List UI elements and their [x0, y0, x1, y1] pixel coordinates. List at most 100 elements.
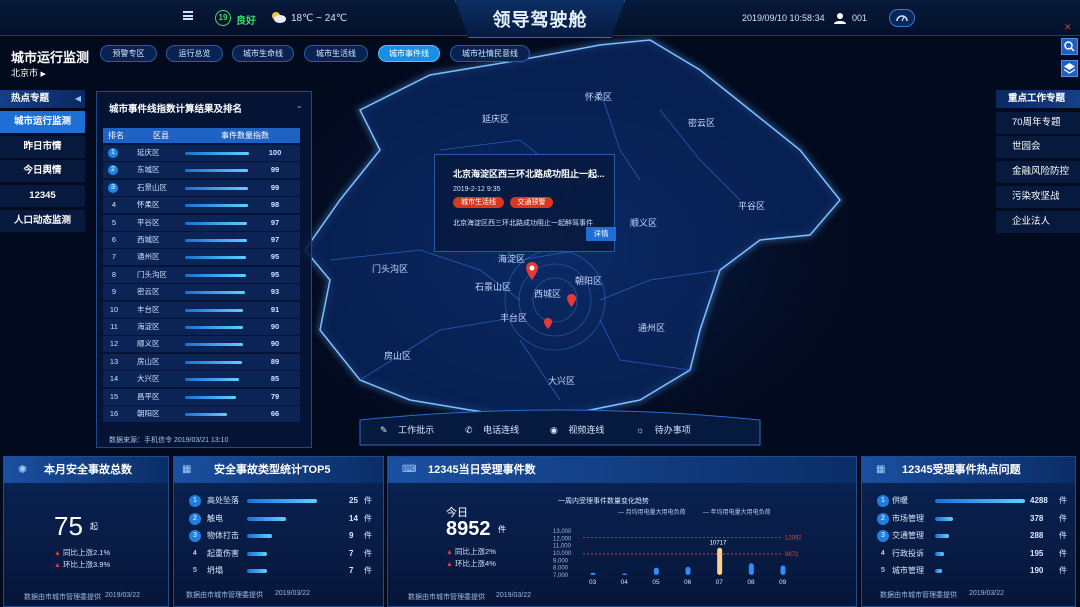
video-action[interactable]: ◉ 视频连线 [550, 423, 604, 436]
ranking-row[interactable]: 5 平谷区 97 [103, 214, 300, 231]
list-row[interactable]: 5 城市管理 190 件 [877, 563, 1067, 579]
menu-icon[interactable] [183, 11, 193, 20]
map-label[interactable]: 朝阳区 [575, 274, 602, 287]
popup-detail-button[interactable]: 详情 [586, 227, 616, 241]
item-label: 市场管理 [892, 513, 924, 523]
todo-action[interactable]: ☼ 待办事项 [636, 423, 691, 436]
ranking-row[interactable]: 14 大兴区 85 [103, 371, 300, 388]
ranking-row[interactable]: 7 通州区 95 [103, 249, 300, 266]
map-label[interactable]: 平谷区 [738, 199, 765, 212]
ranking-row[interactable]: 4 怀柔区 98 [103, 197, 300, 214]
map-label[interactable]: 大兴区 [548, 374, 575, 387]
district-name: 海淀区 [137, 322, 160, 331]
tab-events[interactable]: 城市事件线 [378, 45, 440, 62]
layers-button[interactable] [1061, 60, 1078, 77]
header-index: 事件数量指数 [221, 131, 269, 140]
map-label[interactable]: 密云区 [688, 116, 715, 129]
ranking-row[interactable]: 15 昌平区 79 [103, 388, 300, 405]
y-tick-label: 9,000 [553, 558, 569, 564]
tab-lifeline[interactable]: 城市生命线 [232, 45, 294, 62]
list-row[interactable]: 2 触电 14 件 [189, 511, 379, 527]
ranking-row[interactable]: 1 延庆区 100 [103, 145, 300, 161]
map-label[interactable]: 通州区 [638, 321, 665, 334]
left-menu-item-yesterday[interactable]: 昨日市情 [0, 136, 85, 158]
left-menu-header: 热点专题 ◀ [0, 90, 85, 108]
panel-header: ▦ 安全事故类型统计TOP5 [174, 457, 383, 483]
index-bar [185, 221, 248, 225]
list-row[interactable]: 3 交通管理 288 件 [877, 528, 1067, 544]
rank-number: 12 [109, 339, 119, 349]
list-row[interactable]: 5 坍塌 7 件 [189, 563, 379, 579]
ranking-row[interactable]: 12 顺义区 90 [103, 336, 300, 353]
accident-unit: 起 [90, 522, 98, 531]
ranking-row[interactable]: 2 东城区 99 [103, 162, 300, 179]
item-unit: 件 [364, 548, 372, 558]
left-menu-item-12345[interactable]: 12345 [0, 185, 85, 207]
tab-public-opinion[interactable]: 城市社情民意线 [450, 45, 530, 62]
index-bar [185, 186, 249, 190]
search-button[interactable] [1061, 38, 1078, 55]
close-icon[interactable]: ✕ [1064, 22, 1072, 33]
left-menu-item-city-monitor[interactable]: 城市运行监测 [0, 111, 85, 133]
mom-label: 环比上涨3.9% [63, 560, 111, 569]
ranking-row[interactable]: 10 丰台区 91 [103, 301, 300, 318]
ranking-row[interactable]: 13 房山区 89 [103, 353, 300, 370]
dashboard-button[interactable] [889, 9, 915, 27]
header-district: 区县 [153, 131, 169, 140]
chevron-down-icon[interactable]: ⌄ [295, 100, 303, 111]
aqi-badge: 19 [215, 10, 231, 26]
list-row[interactable]: 1 供暖 4288 件 [877, 493, 1067, 509]
tab-living[interactable]: 城市生活线 [304, 45, 368, 62]
user-id[interactable]: 001 [852, 13, 867, 23]
instruction-action[interactable]: ✎ 工作批示 [380, 423, 434, 436]
map-label[interactable]: 延庆区 [482, 112, 509, 125]
map-marker-icon[interactable] [567, 294, 576, 307]
right-menu-item-finance[interactable]: 金融风险防控 [996, 161, 1080, 183]
user-icon[interactable] [834, 12, 846, 24]
item-label: 供暖 [892, 496, 908, 505]
map-marker-icon[interactable] [544, 318, 552, 329]
list-row[interactable]: 1 高处坠落 25 件 [189, 493, 379, 509]
index-value: 98 [270, 200, 280, 210]
map-marker-icon[interactable] [526, 262, 538, 280]
ranking-row[interactable]: 11 海淀区 90 [103, 319, 300, 335]
city-selector[interactable]: 北京市 ▶ [11, 66, 46, 79]
district-name: 石景山区 [137, 182, 167, 192]
map-label[interactable]: 海淀区 [498, 252, 525, 265]
ranking-row[interactable]: 9 密云区 93 [103, 284, 300, 301]
right-menu-item-pollution[interactable]: 污染攻坚战 [996, 186, 1080, 208]
map-label[interactable]: 顺义区 [630, 216, 657, 229]
map-label[interactable]: 丰台区 [500, 311, 527, 324]
left-menu-item-sentiment[interactable]: 今日舆情 [0, 160, 85, 182]
list-row[interactable]: 4 起重伤害 7 件 [189, 546, 379, 562]
item-label: 交通管理 [892, 531, 924, 541]
map-label[interactable]: 西城区 [534, 287, 561, 300]
list-row[interactable]: 2 市场管理 378 件 [877, 511, 1067, 527]
collapse-icon[interactable]: ◀ [75, 90, 81, 108]
ranking-row[interactable]: 8 门头沟区 95 [103, 266, 300, 283]
bar [590, 572, 596, 575]
right-menu-item-70th[interactable]: 70周年专题 [996, 112, 1080, 134]
list-row[interactable]: 3 物体打击 9 件 [189, 528, 379, 544]
tab-overview[interactable]: 运行总览 [166, 45, 223, 62]
phone-action[interactable]: ✆ 电话连线 [465, 423, 519, 436]
rank-badge: 2 [108, 165, 118, 176]
ranking-row[interactable]: 3 石景山区 99 [103, 179, 300, 196]
list-row[interactable]: 4 行政投诉 195 件 [877, 546, 1067, 562]
map-label[interactable]: 石景山区 [475, 280, 511, 293]
source-date: 2019/03/22 [275, 590, 311, 597]
yoy-label: 同比上涨2.1% [63, 548, 111, 557]
bar [653, 567, 659, 575]
ranking-row[interactable]: 16 朝阳区 66 [103, 406, 300, 422]
left-menu-item-population[interactable]: 人口动态监测 [0, 210, 85, 232]
map-label[interactable]: 房山区 [384, 349, 411, 362]
rank-number: 10 [109, 304, 119, 314]
legend-item: — 年均用电量大用电负荷 [703, 508, 771, 516]
right-menu-item-enterprise[interactable]: 企业法人 [996, 211, 1080, 233]
map-label[interactable]: 门头沟区 [372, 262, 408, 275]
ranking-row[interactable]: 6 西城区 97 [103, 232, 300, 248]
ranking-source: 数据来源：手机信令 2019/03/21 13:10 [109, 437, 229, 444]
right-menu-item-expo[interactable]: 世园会 [996, 136, 1080, 158]
map-label[interactable]: 怀柔区 [585, 90, 612, 103]
tab-warning[interactable]: 预警专区 [100, 45, 157, 62]
